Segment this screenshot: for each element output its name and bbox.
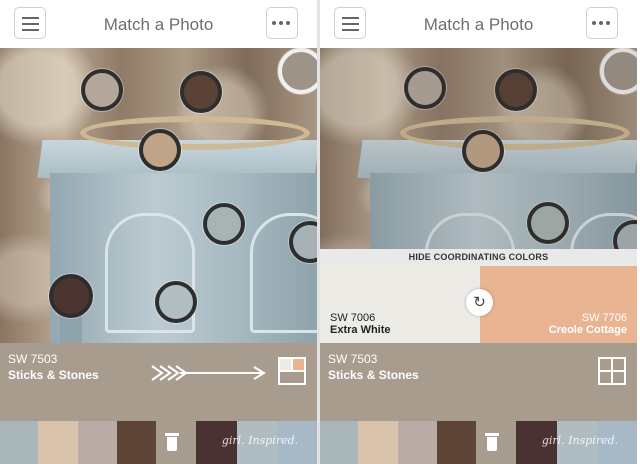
coord-color-code: SW 7006 — [330, 312, 376, 324]
watermark: girl. Inspired. — [221, 434, 299, 447]
coord-color-name: Extra White — [330, 324, 391, 336]
more-dots-icon[interactable] — [266, 7, 298, 39]
palette-chip[interactable] — [117, 421, 156, 464]
refresh-icon[interactable]: ↻ — [466, 289, 493, 316]
photo-swatch[interactable] — [600, 48, 637, 94]
selected-color-card[interactable]: SW 7503 Sticks & Stones — [320, 343, 637, 421]
palette-chip[interactable] — [0, 421, 38, 464]
palette-chip[interactable] — [358, 421, 398, 464]
photo-swatch[interactable] — [81, 69, 123, 111]
photo-swatch[interactable] — [527, 202, 569, 244]
selected-color-code: SW 7503 — [328, 352, 378, 366]
header: Match a Photo — [320, 0, 637, 49]
photo-swatch[interactable] — [404, 67, 446, 109]
trash-icon[interactable] — [485, 433, 499, 451]
selected-color-code: SW 7503 — [8, 352, 58, 366]
selected-color-name: Sticks & Stones — [8, 368, 99, 382]
photo-swatch[interactable] — [203, 203, 245, 245]
palette-chip[interactable] — [437, 421, 476, 464]
right-screen: Match a Photo HIDE COORDINATING COLORS S… — [320, 0, 637, 464]
photo-swatch[interactable] — [155, 281, 197, 323]
left-screen: Match a Photo SW 7503 Sticks & Stones gi… — [0, 0, 317, 464]
photo-swatch[interactable] — [495, 69, 537, 111]
arrow-right-icon — [151, 365, 266, 381]
photo-swatch[interactable] — [139, 129, 181, 171]
more-dots-icon[interactable] — [586, 7, 618, 39]
mirror-frame — [80, 116, 310, 150]
coord-color-code: SW 7706 — [581, 312, 627, 324]
palette-chip[interactable] — [78, 421, 117, 464]
mirror-frame — [400, 116, 630, 150]
photo-swatch[interactable] — [180, 71, 222, 113]
coordinating-color-card[interactable]: SW 7706 Creole Cottage — [480, 266, 637, 343]
coordinating-color-card[interactable]: SW 7006 Extra White — [320, 266, 480, 343]
photo-swatch[interactable] — [462, 130, 504, 172]
palette-chip[interactable] — [398, 421, 437, 464]
saved-palette: girl. Inspired. — [0, 421, 317, 464]
trash-icon[interactable] — [165, 433, 179, 451]
palette-chip[interactable] — [320, 421, 358, 464]
coord-color-name: Creole Cottage — [548, 324, 627, 336]
coordinating-colors-toggle-icon[interactable] — [278, 357, 306, 385]
grid-icon[interactable] — [598, 357, 626, 385]
selected-color-name: Sticks & Stones — [328, 368, 419, 382]
photo[interactable] — [0, 48, 317, 343]
palette-chip[interactable] — [38, 421, 78, 464]
dresser-top — [357, 140, 637, 178]
saved-palette: girl. Inspired. — [320, 421, 637, 464]
header: Match a Photo — [0, 0, 317, 49]
watermark: girl. Inspired. — [541, 434, 619, 447]
photo-swatch[interactable] — [278, 48, 317, 94]
selected-color-card[interactable]: SW 7503 Sticks & Stones — [0, 343, 317, 421]
hide-coordinating-colors-button[interactable]: HIDE COORDINATING COLORS — [320, 249, 637, 266]
photo-swatch[interactable] — [49, 274, 93, 318]
